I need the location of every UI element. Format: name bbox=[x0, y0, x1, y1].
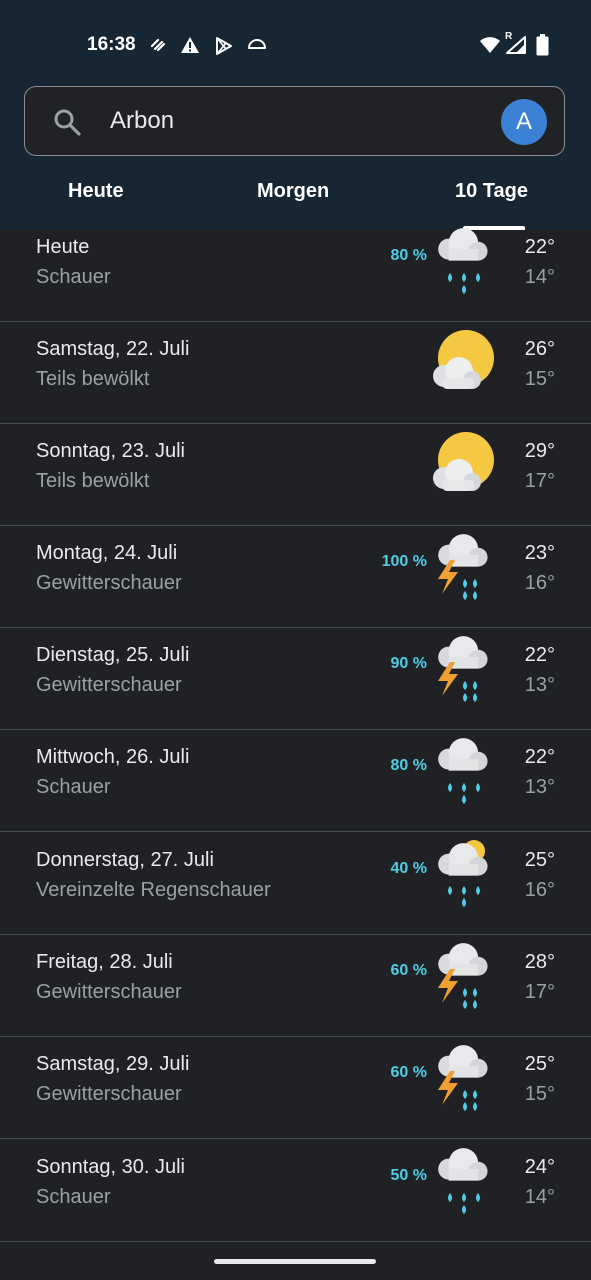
day-label: Heute bbox=[36, 236, 90, 258]
day-label: Donnerstag, 27. Juli bbox=[36, 849, 214, 871]
precipitation-chance: 100 % bbox=[381, 553, 427, 570]
tab-heute[interactable]: Heute bbox=[68, 180, 124, 203]
dome-icon bbox=[248, 39, 266, 49]
day-label: Montag, 24. Juli bbox=[36, 542, 178, 564]
thunderstorm-icon bbox=[428, 941, 498, 1013]
precipitation-chance: 60 % bbox=[390, 1064, 427, 1081]
precipitation-chance: 60 % bbox=[390, 962, 427, 979]
temp-high: 29° bbox=[524, 440, 555, 462]
temp-high: 28° bbox=[524, 951, 555, 973]
temp-high: 22° bbox=[524, 746, 555, 768]
day-label: Sonntag, 23. Juli bbox=[36, 440, 185, 462]
status-bar: 16:38 R bbox=[0, 28, 591, 62]
partly-cloudy-icon bbox=[428, 328, 498, 400]
wifi-icon bbox=[480, 37, 500, 53]
temp-low: 14° bbox=[524, 1186, 555, 1208]
play-store-icon bbox=[216, 37, 232, 55]
partly-cloudy-icon bbox=[428, 430, 498, 502]
app-header: 16:38 R Arbon A Heute Morgen 10 Tage bbox=[0, 0, 591, 230]
navigation-handle[interactable] bbox=[214, 1259, 376, 1264]
forecast-day-row[interactable]: Heute Schauer 80 % 22° 14° bbox=[0, 228, 591, 322]
search-input[interactable]: Arbon bbox=[110, 107, 174, 135]
signal-icon bbox=[506, 36, 526, 54]
day-label: Samstag, 22. Juli bbox=[36, 338, 190, 360]
condition-label: Schauer bbox=[36, 776, 111, 798]
forecast-day-row[interactable]: Montag, 24. Juli Gewitterschauer 100 % 2… bbox=[0, 526, 591, 628]
forecast-day-row[interactable]: Sonntag, 23. Juli Teils bewölkt 29° 17° bbox=[0, 424, 591, 526]
rain-icon bbox=[428, 226, 498, 298]
battery-icon bbox=[536, 34, 549, 56]
condition-label: Schauer bbox=[36, 266, 111, 288]
temp-high: 25° bbox=[524, 849, 555, 871]
day-label: Dienstag, 25. Juli bbox=[36, 644, 190, 666]
forecast-day-row[interactable]: Freitag, 28. Juli Gewitterschauer 60 % 2… bbox=[0, 935, 591, 1037]
thunderstorm-icon bbox=[428, 1043, 498, 1115]
temp-low: 15° bbox=[524, 368, 555, 390]
day-label: Samstag, 29. Juli bbox=[36, 1053, 190, 1075]
temp-high: 22° bbox=[524, 644, 555, 666]
temp-low: 16° bbox=[524, 879, 555, 901]
rain-icon bbox=[428, 736, 498, 808]
temp-high: 25° bbox=[524, 1053, 555, 1075]
day-label: Mittwoch, 26. Juli bbox=[36, 746, 190, 768]
temp-low: 15° bbox=[524, 1083, 555, 1105]
condition-label: Gewitterschauer bbox=[36, 1083, 182, 1105]
day-label: Sonntag, 30. Juli bbox=[36, 1156, 185, 1178]
temp-low: 14° bbox=[524, 266, 555, 288]
day-label: Freitag, 28. Juli bbox=[36, 951, 173, 973]
warning-icon bbox=[181, 37, 199, 53]
account-avatar[interactable]: A bbox=[501, 99, 547, 145]
forecast-day-row[interactable]: Samstag, 22. Juli Teils bewölkt 26° 15° bbox=[0, 322, 591, 424]
tab-morgen[interactable]: Morgen bbox=[257, 180, 329, 203]
temp-low: 13° bbox=[524, 674, 555, 696]
scattered-showers-icon bbox=[428, 839, 498, 911]
precipitation-chance: 80 % bbox=[390, 757, 427, 774]
forecast-day-row[interactable]: Sonntag, 30. Juli Schauer 50 % 24° 14° bbox=[0, 1140, 591, 1242]
precipitation-chance: 40 % bbox=[390, 860, 427, 877]
thunderstorm-icon bbox=[428, 634, 498, 706]
condition-label: Teils bewölkt bbox=[36, 368, 150, 390]
forecast-day-row[interactable]: Samstag, 29. Juli Gewitterschauer 60 % 2… bbox=[0, 1037, 591, 1139]
status-time: 16:38 bbox=[87, 34, 136, 55]
condition-label: Gewitterschauer bbox=[36, 674, 182, 696]
condition-label: Teils bewölkt bbox=[36, 470, 150, 492]
temp-low: 13° bbox=[524, 776, 555, 798]
search-icon[interactable] bbox=[53, 108, 81, 136]
condition-label: Schauer bbox=[36, 1186, 111, 1208]
forecast-day-row[interactable]: Dienstag, 25. Juli Gewitterschauer 90 % … bbox=[0, 628, 591, 730]
tab-10-tage[interactable]: 10 Tage bbox=[455, 180, 528, 203]
precipitation-chance: 90 % bbox=[390, 655, 427, 672]
condition-label: Gewitterschauer bbox=[36, 981, 182, 1003]
forecast-day-row[interactable]: Donnerstag, 27. Juli Vereinzelte Regensc… bbox=[0, 833, 591, 935]
temp-high: 23° bbox=[524, 542, 555, 564]
search-bar[interactable]: Arbon A bbox=[24, 86, 565, 156]
thunderstorm-icon bbox=[428, 532, 498, 604]
precipitation-chance: 50 % bbox=[390, 1167, 427, 1184]
temp-high: 22° bbox=[524, 236, 555, 258]
temp-high: 24° bbox=[524, 1156, 555, 1178]
condition-label: Vereinzelte Regenschauer bbox=[36, 879, 271, 901]
temp-low: 17° bbox=[524, 470, 555, 492]
temp-low: 16° bbox=[524, 572, 555, 594]
temp-low: 17° bbox=[524, 981, 555, 1003]
notification-app-icon bbox=[150, 38, 166, 52]
precipitation-chance: 80 % bbox=[390, 247, 427, 264]
rain-icon bbox=[428, 1146, 498, 1218]
forecast-day-row[interactable]: Mittwoch, 26. Juli Schauer 80 % 22° 13° bbox=[0, 730, 591, 832]
temp-high: 26° bbox=[524, 338, 555, 360]
condition-label: Gewitterschauer bbox=[36, 572, 182, 594]
